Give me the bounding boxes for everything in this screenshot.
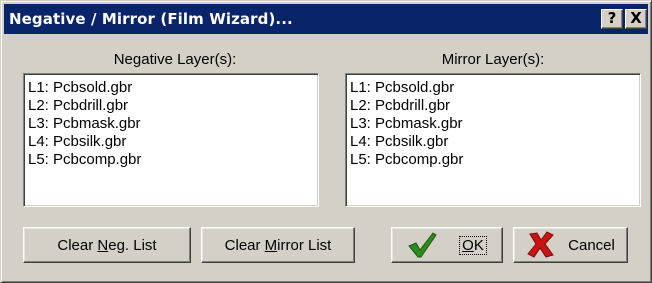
close-button[interactable]: X: [625, 9, 647, 29]
list-item[interactable]: L3: Pcbmask.gbr: [28, 115, 314, 133]
clear-mirror-list-label: Clear Mirror List: [224, 236, 332, 254]
ok-label: OK: [459, 235, 487, 255]
list-item[interactable]: L4: Pcbsilk.gbr: [28, 133, 314, 151]
list-item[interactable]: L3: Pcbmask.gbr: [350, 115, 636, 133]
clear-mirror-list-button[interactable]: Clear Mirror List: [201, 227, 355, 263]
cancel-label: Cancel: [568, 236, 615, 254]
negative-layers-label: Negative Layer(s):: [113, 51, 237, 68]
title-bar[interactable]: Negative / Mirror (Film Wizard)... ? X: [4, 4, 648, 34]
window-title: Negative / Mirror (Film Wizard)...: [9, 10, 293, 28]
help-button[interactable]: ?: [601, 9, 623, 29]
list-item[interactable]: L5: Pcbcomp.gbr: [350, 151, 636, 169]
list-item[interactable]: L1: Pcbsold.gbr: [28, 79, 314, 97]
list-item[interactable]: L5: Pcbcomp.gbr: [28, 151, 314, 169]
x-icon: [526, 231, 556, 259]
list-item[interactable]: L2: Pcbdrill.gbr: [28, 97, 314, 115]
cancel-button[interactable]: Cancel: [513, 227, 628, 263]
clear-negative-list-button[interactable]: Clear Neg. List: [23, 227, 191, 263]
list-item[interactable]: L4: Pcbsilk.gbr: [350, 133, 636, 151]
film-wizard-dialog: Negative / Mirror (Film Wizard)... ? X N…: [0, 0, 652, 283]
checkmark-icon: [407, 231, 437, 259]
clear-negative-list-label: Clear Neg. List: [57, 236, 157, 254]
ok-button[interactable]: OK: [391, 227, 503, 263]
negative-layers-list[interactable]: L1: Pcbsold.gbr L2: Pcbdrill.gbr L3: Pcb…: [23, 73, 319, 207]
mirror-layers-list[interactable]: L1: Pcbsold.gbr L2: Pcbdrill.gbr L3: Pcb…: [345, 73, 641, 207]
mirror-layers-label: Mirror Layer(s):: [441, 51, 545, 68]
list-item[interactable]: L2: Pcbdrill.gbr: [350, 97, 636, 115]
list-item[interactable]: L1: Pcbsold.gbr: [350, 79, 636, 97]
